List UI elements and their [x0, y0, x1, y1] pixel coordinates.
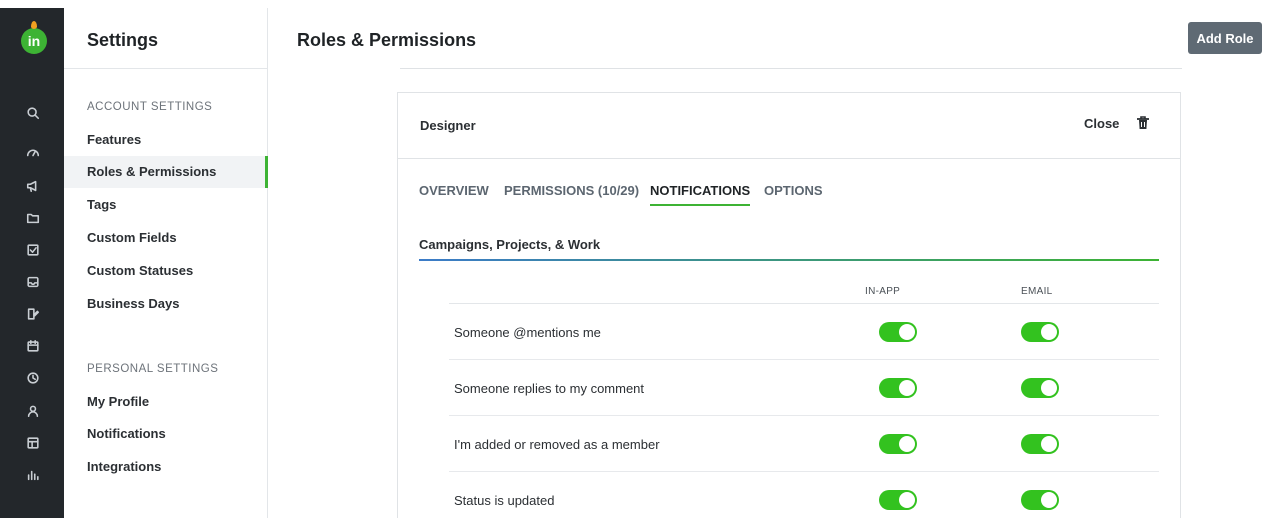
table-row: I'm added or removed as a member	[449, 416, 1159, 472]
notification-label: Status is updated	[454, 493, 555, 508]
add-role-button[interactable]: Add Role	[1188, 22, 1262, 54]
header-divider	[400, 68, 1182, 69]
folder-icon[interactable]	[24, 209, 42, 227]
people-icon[interactable]	[24, 402, 42, 420]
tab-notifications[interactable]: NOTIFICATIONS	[650, 183, 751, 206]
board-icon[interactable]	[24, 434, 42, 452]
sidebar-item-my-profile[interactable]: My Profile	[64, 386, 268, 418]
inbox-icon[interactable]	[24, 273, 42, 291]
sidebar-item-custom-fields[interactable]: Custom Fields	[64, 222, 268, 254]
search-icon[interactable]	[24, 104, 42, 122]
table-row: Someone replies to my comment	[449, 360, 1159, 416]
tab-overview[interactable]: OVERVIEW	[419, 183, 489, 198]
logo-text: in	[27, 33, 41, 49]
logo-drop-icon	[31, 21, 37, 29]
in-app-toggle[interactable]	[879, 490, 917, 510]
toggle-knob	[1041, 436, 1057, 452]
column-header-in-app: IN-APP	[865, 286, 901, 297]
table-row: Someone @mentions me	[449, 304, 1159, 360]
task-icon[interactable]	[24, 241, 42, 259]
tab-options[interactable]: OPTIONS	[764, 183, 823, 198]
toggle-knob	[1041, 380, 1057, 396]
notification-label: Someone replies to my comment	[454, 381, 645, 396]
toggle-knob	[899, 436, 915, 452]
tab-permissions[interactable]: PERMISSIONS (10/29)	[504, 183, 639, 198]
sidebar-item-custom-statuses[interactable]: Custom Statuses	[64, 255, 268, 287]
notification-label: Someone @mentions me	[454, 325, 601, 340]
page-title: Roles & Permissions	[297, 30, 477, 50]
column-header-email: EMAIL	[1021, 286, 1053, 297]
account-settings-label: ACCOUNT SETTINGS	[87, 101, 213, 113]
in-app-toggle[interactable]	[879, 378, 917, 398]
toggle-knob	[899, 324, 915, 340]
sidebar-item-roles-permissions[interactable]: Roles & Permissions	[64, 156, 268, 188]
toggle-knob	[899, 380, 915, 396]
asset-icon[interactable]	[24, 305, 42, 323]
in-app-toggle[interactable]	[879, 322, 917, 342]
settings-divider	[64, 68, 268, 69]
trash-icon[interactable]	[1136, 115, 1150, 131]
icon-rail: in	[0, 8, 64, 518]
calendar-icon[interactable]	[24, 337, 42, 355]
settings-nav: Settings ACCOUNT SETTINGS Features Roles…	[64, 8, 268, 518]
section-underline	[419, 259, 1159, 261]
section-title: Campaigns, Projects, & Work	[419, 237, 601, 252]
email-toggle[interactable]	[1021, 322, 1059, 342]
toggle-knob	[1041, 324, 1057, 340]
sidebar-item-integrations[interactable]: Integrations	[64, 451, 268, 483]
close-button[interactable]: Close	[1084, 116, 1119, 131]
settings-title: Settings	[87, 30, 159, 50]
toggle-knob	[899, 492, 915, 508]
dashboard-icon[interactable]	[24, 143, 42, 161]
role-name: Designer	[420, 118, 476, 133]
app-logo[interactable]: in	[21, 21, 47, 54]
personal-settings-label: PERSONAL SETTINGS	[87, 363, 219, 375]
sidebar-item-business-days[interactable]: Business Days	[64, 288, 268, 320]
sidebar-item-notifications[interactable]: Notifications	[64, 418, 268, 450]
email-toggle[interactable]	[1021, 434, 1059, 454]
in-app-toggle[interactable]	[879, 434, 917, 454]
clock-icon[interactable]	[24, 369, 42, 387]
email-toggle[interactable]	[1021, 490, 1059, 510]
report-icon[interactable]	[24, 466, 42, 484]
page-header: Roles & Permissions	[268, 8, 1271, 69]
role-card: Designer Close OVERVIEW PERMISSIONS (10/…	[397, 92, 1181, 518]
sidebar-item-features[interactable]: Features	[64, 124, 268, 156]
table-row: Status is updated	[449, 472, 1159, 518]
email-toggle[interactable]	[1021, 378, 1059, 398]
sidebar-item-tags[interactable]: Tags	[64, 189, 268, 221]
toggle-knob	[1041, 492, 1057, 508]
notification-label: I'm added or removed as a member	[454, 437, 660, 452]
role-card-header: Designer Close	[398, 93, 1180, 159]
campaign-icon[interactable]	[24, 177, 42, 195]
